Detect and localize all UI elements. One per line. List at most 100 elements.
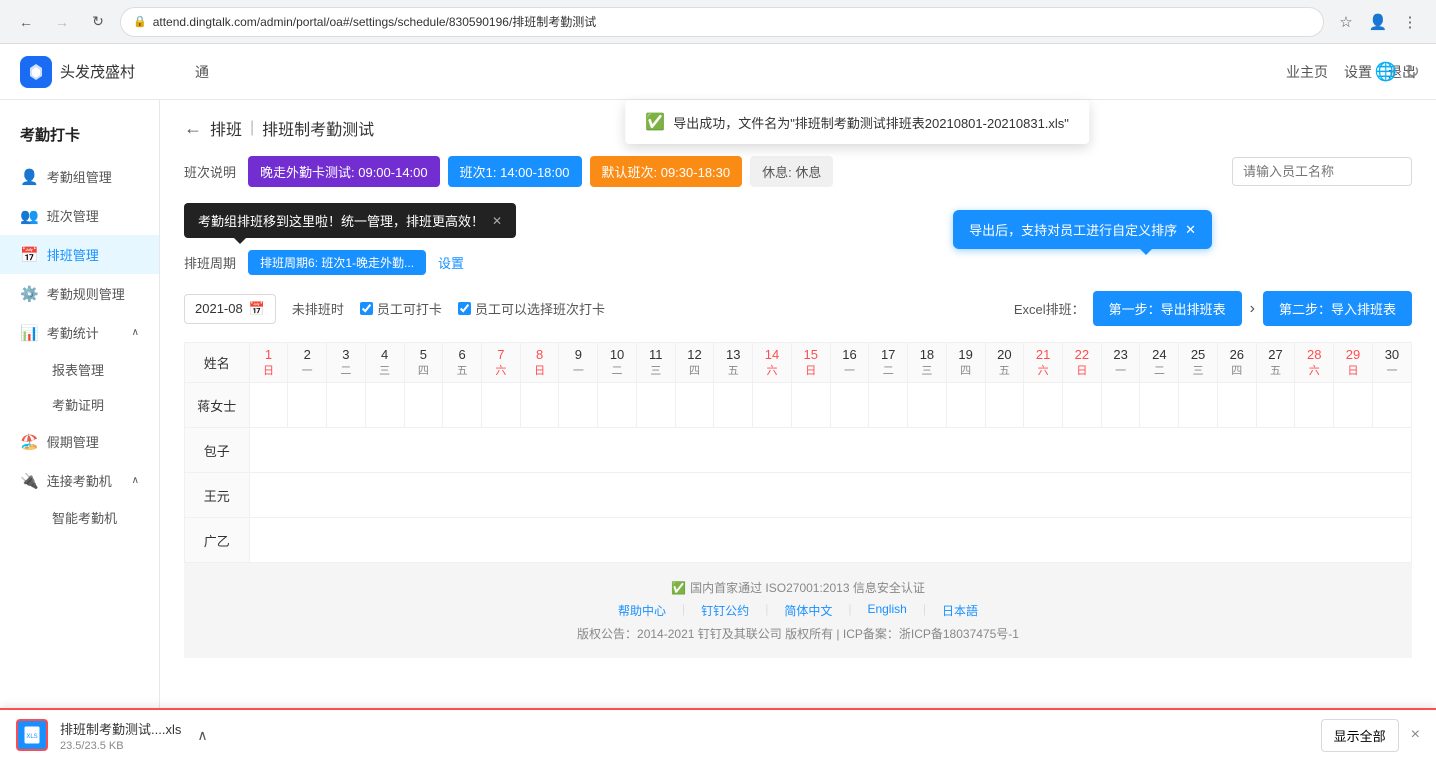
svg-text:XLS: XLS <box>26 734 37 740</box>
cell-1-21[interactable] <box>1024 383 1063 428</box>
cell-1-20[interactable] <box>985 383 1024 428</box>
checkbox-choose-shift[interactable] <box>458 302 471 315</box>
help-center-link[interactable]: 帮助中心 <box>618 602 666 619</box>
cell-1-17[interactable] <box>869 383 908 428</box>
table-row: 蒋女士 <box>185 383 1412 428</box>
cycle-label: 排班周期 <box>184 253 236 272</box>
holidays-icon: 🏖️ <box>20 433 39 451</box>
calendar-date-row: 姓名 1日 2一 3二 4三 5四 6五 7六 8日 9一 10二 11三 12… <box>185 343 1412 383</box>
cycle-badge[interactable]: 排班周期6: 班次1-晚走外勤... <box>248 250 426 275</box>
badge-default-shift[interactable]: 默认班次: 09:30-18:30 <box>590 156 743 187</box>
date-12: 12四 <box>675 343 714 383</box>
badge-late-shift[interactable]: 晚走外勤卡测试: 09:00-14:00 <box>248 156 440 187</box>
month-picker[interactable]: 2021-08 📅 <box>184 294 276 324</box>
cell-1-6[interactable] <box>443 383 482 428</box>
location-icon[interactable]: 🌐 <box>1374 61 1396 82</box>
cell-1-30[interactable] <box>1372 383 1411 428</box>
back-arrow-icon[interactable]: ← <box>184 118 202 139</box>
cycle-setting-link[interactable]: 设置 <box>438 253 464 272</box>
date-3: 3二 <box>327 343 366 383</box>
back-button[interactable]: ← <box>12 8 40 36</box>
check-circle-icon: ✅ <box>645 112 665 132</box>
cell-1-24[interactable] <box>1140 383 1179 428</box>
employee-search-input[interactable] <box>1232 157 1412 186</box>
cell-1-22[interactable] <box>1063 383 1102 428</box>
address-bar[interactable]: 🔒 attend.dingtalk.com/admin/portal/oa#/s… <box>120 7 1324 37</box>
calendar-icon: 📅 <box>249 301 265 317</box>
cell-1-27[interactable] <box>1256 383 1295 428</box>
japanese-link[interactable]: 日本語 <box>942 602 978 619</box>
cell-1-13[interactable] <box>714 383 753 428</box>
sidebar-item-schedule-management[interactable]: 📅 排班管理 <box>0 235 159 274</box>
sidebar-item-reports[interactable]: 报表管理 <box>20 352 159 387</box>
refresh-button[interactable]: ↻ <box>84 8 112 36</box>
date-14: 14六 <box>753 343 792 383</box>
attendance-group-icon: 👤 <box>20 168 39 186</box>
cell-1-8[interactable] <box>520 383 559 428</box>
sidebar-item-attendance-rules[interactable]: ⚙️ 考勤规则管理 <box>0 274 159 313</box>
date-2: 2一 <box>288 343 327 383</box>
cell-1-1[interactable] <box>249 383 288 428</box>
english-link[interactable]: English <box>867 602 906 619</box>
cell-1-23[interactable] <box>1101 383 1140 428</box>
nav-tong[interactable]: 通 <box>195 58 209 86</box>
main-layout: 考勤打卡 👤 考勤组管理 👥 班次管理 📅 排班管理 ⚙️ 考勤规则管理 📊 考… <box>0 100 1436 760</box>
checkbox-punchable[interactable] <box>360 302 373 315</box>
cell-1-16[interactable] <box>830 383 869 428</box>
profile-button[interactable]: 👤 <box>1364 8 1392 36</box>
cell-1-28[interactable] <box>1295 383 1334 428</box>
badge-shift1[interactable]: 班次1: 14:00-18:00 <box>448 156 582 187</box>
sidebar-item-attendance-group[interactable]: 👤 考勤组管理 <box>0 157 159 196</box>
export-tooltip-text: 导出后，支持对员工进行自定义排序 <box>969 220 1177 239</box>
cell-1-2[interactable] <box>288 383 327 428</box>
cell-1-14[interactable] <box>753 383 792 428</box>
date-24: 24二 <box>1140 343 1179 383</box>
close-download-button[interactable]: × <box>1411 726 1420 744</box>
cell-1-26[interactable] <box>1217 383 1256 428</box>
dingtalk-agreement-link[interactable]: 钉钉公约 <box>701 602 749 619</box>
nav-settings[interactable]: 设置 <box>1344 62 1372 82</box>
checkbox2-label: 员工可以选择班次打卡 <box>475 299 605 318</box>
cell-1-29[interactable] <box>1334 383 1373 428</box>
cell-1-7[interactable] <box>481 383 520 428</box>
cell-1-25[interactable] <box>1179 383 1218 428</box>
employee-name-3: 王元 <box>185 473 250 518</box>
sidebar-item-attendance-machine[interactable]: 🔌 连接考勤机 ∧ <box>0 461 159 500</box>
export-tooltip-close[interactable]: ✕ <box>1185 222 1196 238</box>
cell-1-5[interactable] <box>404 383 443 428</box>
cell-1-18[interactable] <box>908 383 947 428</box>
sidebar-item-holidays[interactable]: 🏖️ 假期管理 <box>0 422 159 461</box>
forward-button[interactable]: → <box>48 8 76 36</box>
cell-1-4[interactable] <box>365 383 404 428</box>
tooltip-close-icon[interactable]: ✕ <box>492 214 502 228</box>
sidebar-item-attendance-stats[interactable]: 📊 考勤统计 ∧ <box>0 313 159 352</box>
cell-1-3[interactable] <box>327 383 366 428</box>
nav-home[interactable]: 业主页 <box>1286 62 1328 82</box>
refresh-app-icon[interactable]: ↻ <box>1405 61 1420 82</box>
cell-1-19[interactable] <box>946 383 985 428</box>
cell-1-12[interactable] <box>675 383 714 428</box>
sidebar-item-attendance-cert[interactable]: 考勤证明 <box>20 387 159 422</box>
content-area: ← 排班 | 排班制考勤测试 班次说明 晚走外勤卡测试: 09:00-14:00… <box>160 100 1436 760</box>
expand-arrow-icon: ∧ <box>132 327 139 338</box>
cell-1-11[interactable] <box>636 383 675 428</box>
badge-rest[interactable]: 休息: 休息 <box>750 156 833 187</box>
sidebar-item-shift-management[interactable]: 👥 班次管理 <box>0 196 159 235</box>
employee-name-2: 包子 <box>185 428 250 473</box>
cell-1-15[interactable] <box>791 383 830 428</box>
download-expand-icon[interactable]: ∧ <box>197 727 207 744</box>
bookmark-button[interactable]: ☆ <box>1332 8 1360 36</box>
menu-button[interactable]: ⋮ <box>1396 8 1424 36</box>
download-info: 排班制考勤测试....xls 23.5/23.5 KB <box>60 719 181 752</box>
import-schedule-button[interactable]: 第二步：导入排班表 <box>1263 291 1412 326</box>
unscheduled-label: 未排班时 <box>292 299 344 318</box>
date-23: 23一 <box>1101 343 1140 383</box>
table-row: 包子 <box>185 428 1412 473</box>
export-schedule-button[interactable]: 第一步：导出排班表 <box>1093 291 1242 326</box>
cell-1-9[interactable] <box>559 383 598 428</box>
app-nav: 通 <box>195 58 209 86</box>
show-all-button[interactable]: 显示全部 <box>1321 719 1399 752</box>
cell-1-10[interactable] <box>598 383 637 428</box>
simplified-chinese-link[interactable]: 简体中文 <box>784 602 832 619</box>
sidebar-item-smart-machine[interactable]: 智能考勤机 <box>20 500 159 535</box>
